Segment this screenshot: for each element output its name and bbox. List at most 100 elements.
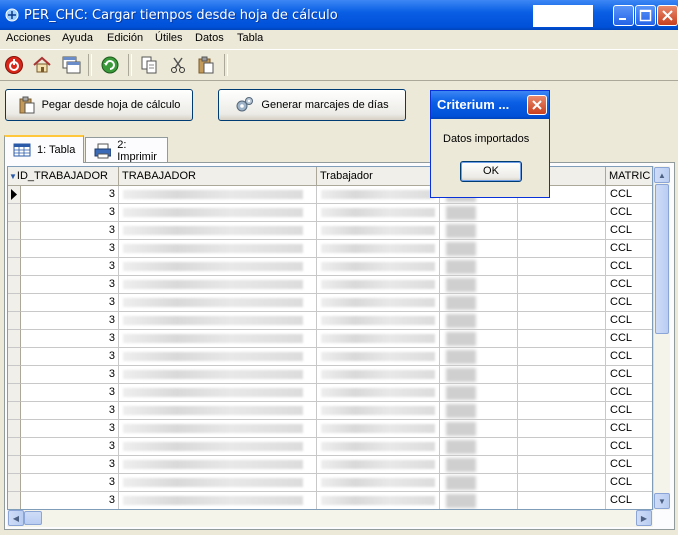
cell-trabajador-redacted[interactable] [119, 420, 317, 438]
cell-blank-2[interactable] [518, 240, 606, 258]
cell-blank-1[interactable] [440, 276, 518, 294]
table-row[interactable]: 3 CCL [8, 186, 652, 204]
cell-nombre-redacted[interactable] [317, 276, 440, 294]
cell-nombre-redacted[interactable] [317, 366, 440, 384]
menu-tabla[interactable]: Tabla [237, 32, 263, 44]
row-header[interactable] [8, 294, 21, 312]
cell-blank-1[interactable] [440, 240, 518, 258]
cell-blank-2[interactable] [518, 348, 606, 366]
minimize-button[interactable] [613, 5, 634, 26]
cell-nombre-redacted[interactable] [317, 420, 440, 438]
cell-nombre-redacted[interactable] [317, 204, 440, 222]
cell-trabajador-redacted[interactable] [119, 366, 317, 384]
cell-blank-1[interactable] [440, 222, 518, 240]
copy-button[interactable] [138, 54, 160, 76]
cell-trabajador-redacted[interactable] [119, 438, 317, 456]
cell-matric[interactable]: CCL [606, 222, 652, 240]
table-row[interactable]: 3 CCL [8, 402, 652, 420]
cell-id-trabajador[interactable]: 3 [21, 240, 119, 258]
cell-id-trabajador[interactable]: 3 [21, 420, 119, 438]
cell-trabajador-redacted[interactable] [119, 384, 317, 402]
table-row[interactable]: 3 CCL [8, 492, 652, 509]
cell-blank-1[interactable] [440, 384, 518, 402]
cell-matric[interactable]: CCL [606, 186, 652, 204]
cell-id-trabajador[interactable]: 3 [21, 474, 119, 492]
cell-blank-1[interactable] [440, 204, 518, 222]
cell-nombre-redacted[interactable] [317, 492, 440, 509]
row-header[interactable] [8, 348, 21, 366]
cell-matric[interactable]: CCL [606, 294, 652, 312]
table-row[interactable]: 3 CCL [8, 204, 652, 222]
cell-id-trabajador[interactable]: 3 [21, 402, 119, 420]
table-row[interactable]: 3 CCL [8, 330, 652, 348]
cell-nombre-redacted[interactable] [317, 312, 440, 330]
cell-id-trabajador[interactable]: 3 [21, 330, 119, 348]
menu-ayuda[interactable]: Ayuda [62, 32, 93, 44]
cell-blank-1[interactable] [440, 312, 518, 330]
close-button[interactable] [657, 5, 678, 26]
row-header[interactable] [8, 186, 21, 204]
cell-matric[interactable]: CCL [606, 276, 652, 294]
cell-blank-1[interactable] [440, 456, 518, 474]
cell-blank-1[interactable] [440, 402, 518, 420]
menu-edicion[interactable]: Edición [107, 32, 143, 44]
cell-id-trabajador[interactable]: 3 [21, 222, 119, 240]
cell-nombre-redacted[interactable] [317, 330, 440, 348]
row-header[interactable] [8, 366, 21, 384]
row-header[interactable] [8, 474, 21, 492]
cell-trabajador-redacted[interactable] [119, 222, 317, 240]
h-scroll-thumb[interactable] [24, 511, 42, 525]
cell-matric[interactable]: CCL [606, 402, 652, 420]
row-header[interactable] [8, 240, 21, 258]
cell-id-trabajador[interactable]: 3 [21, 204, 119, 222]
cell-blank-2[interactable] [518, 384, 606, 402]
table-row[interactable]: 3 CCL [8, 276, 652, 294]
table-row[interactable]: 3 CCL [8, 312, 652, 330]
cell-id-trabajador[interactable]: 3 [21, 366, 119, 384]
table-row[interactable]: 3 CCL [8, 420, 652, 438]
row-header[interactable] [8, 258, 21, 276]
cell-blank-2[interactable] [518, 258, 606, 276]
row-header[interactable] [8, 330, 21, 348]
cell-blank-2[interactable] [518, 438, 606, 456]
cell-nombre-redacted[interactable] [317, 294, 440, 312]
cell-nombre-redacted[interactable] [317, 222, 440, 240]
cell-trabajador-redacted[interactable] [119, 456, 317, 474]
row-header[interactable] [8, 312, 21, 330]
table-row[interactable]: 3 CCL [8, 438, 652, 456]
data-grid[interactable]: ▼ID_TRABAJADOR TRABAJADOR Trabajador MAT… [7, 166, 653, 510]
cell-blank-2[interactable] [518, 276, 606, 294]
menu-datos[interactable]: Datos [195, 32, 224, 44]
cell-trabajador-redacted[interactable] [119, 348, 317, 366]
cell-id-trabajador[interactable]: 3 [21, 456, 119, 474]
column-header-matric[interactable]: MATRIC [606, 167, 652, 186]
table-row[interactable]: 3 CCL [8, 474, 652, 492]
cell-trabajador-redacted[interactable] [119, 240, 317, 258]
cell-trabajador-redacted[interactable] [119, 330, 317, 348]
scroll-up-button[interactable]: ▲ [654, 167, 670, 183]
cell-blank-1[interactable] [440, 258, 518, 276]
cell-trabajador-redacted[interactable] [119, 258, 317, 276]
cell-matric[interactable]: CCL [606, 474, 652, 492]
cell-blank-2[interactable] [518, 222, 606, 240]
cell-blank-1[interactable] [440, 474, 518, 492]
scroll-down-button[interactable]: ▼ [654, 493, 670, 509]
windows-button[interactable] [60, 54, 82, 76]
cell-blank-2[interactable] [518, 204, 606, 222]
refresh-button[interactable] [99, 54, 121, 76]
tab-imprimir[interactable]: 2: Imprimir [85, 137, 168, 163]
table-row[interactable]: 3 CCL [8, 294, 652, 312]
cell-blank-1[interactable] [440, 330, 518, 348]
cell-matric[interactable]: CCL [606, 330, 652, 348]
cell-trabajador-redacted[interactable] [119, 204, 317, 222]
scroll-thumb[interactable] [655, 184, 669, 334]
table-row[interactable]: 3 CCL [8, 348, 652, 366]
row-header[interactable] [8, 438, 21, 456]
row-header[interactable] [8, 222, 21, 240]
cell-matric[interactable]: CCL [606, 366, 652, 384]
cell-matric[interactable]: CCL [606, 456, 652, 474]
cell-id-trabajador[interactable]: 3 [21, 312, 119, 330]
table-row[interactable]: 3 CCL [8, 384, 652, 402]
cell-matric[interactable]: CCL [606, 348, 652, 366]
cell-trabajador-redacted[interactable] [119, 294, 317, 312]
